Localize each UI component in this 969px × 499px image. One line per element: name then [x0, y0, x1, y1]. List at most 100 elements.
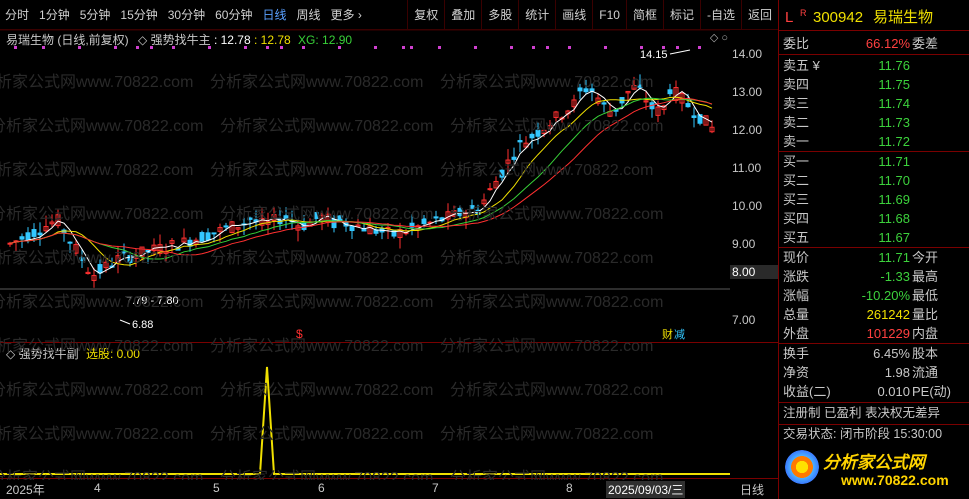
watermark-text: 分析家公式网www.70822.com — [440, 74, 654, 91]
chart-toolbar: 分时 1分钟 5分钟 15分钟 30分钟 60分钟 日线 周线 更多 › 复权 叠加 多股 统计 画线 F… — [0, 0, 778, 30]
stat-row: 换手 6.45% 股本 — [779, 344, 969, 363]
period-tab[interactable]: 30分钟 — [163, 0, 210, 30]
bid-row: 买二 11.70 — [779, 171, 969, 190]
period-tab[interactable]: 5分钟 — [75, 0, 116, 30]
date-axis: 2025年 4 5 6 7 8 2025/09/03/三 日线 — [0, 478, 778, 499]
bid-row-cell: 11.71 — [878, 154, 910, 169]
weibi-row: 委比 66.12% 委差 — [779, 34, 969, 53]
toolbar-button[interactable]: 多股 — [481, 0, 518, 30]
period-tab[interactable]: 更多 › — [326, 0, 367, 30]
watermark-text: 分析家公式网www.70822.com — [0, 250, 194, 267]
watermark-text: 分析家公式网www.70822.com — [210, 162, 424, 179]
ask-row-cell: 卖三 — [783, 96, 810, 111]
period-tab[interactable]: 60分钟 — [210, 0, 257, 30]
site-logo: 分析家公式网 www.70822.com — [781, 446, 967, 496]
quote-row-cell: 最高 — [912, 269, 939, 284]
ask-row-cell: 11.75 — [878, 77, 910, 92]
ask-row-cell: 卖二 — [783, 115, 810, 130]
toolbar-button[interactable]: 叠加 — [444, 0, 481, 30]
date-tick-label: 2025/09/03/三 — [606, 481, 686, 498]
date-tick-label: 5 — [213, 481, 220, 495]
toolbar-button[interactable]: 统计 — [518, 0, 555, 30]
bid-row-cell: 11.69 — [878, 192, 910, 207]
status-row: 交易状态: 闭市阶段 15:30:00 — [779, 425, 969, 444]
toolbar-button[interactable]: -自选 — [699, 0, 741, 30]
watermark-text: 分析家公式网www.70822.com — [220, 118, 434, 135]
watermark-text: 分析家公式网www.70822.com — [210, 426, 424, 443]
quote-row-cell: 今开 — [912, 250, 939, 265]
ask-row: 卖二 11.73 — [779, 113, 969, 132]
watermark-text: 分析家公式网www.70822.com — [0, 162, 194, 179]
quote-row: 现价 11.71 今开 — [779, 248, 969, 267]
quote-row: 涨跌 -1.33 最高 — [779, 267, 969, 286]
date-tick-label: 2025年 — [6, 483, 45, 497]
status-row-cell: 交易状态: 闭市阶段 15:30:00 — [783, 427, 943, 441]
quote-row-cell: 内盘 — [912, 326, 939, 341]
watermark-text: 分析家公式网www.70822.com — [220, 294, 434, 311]
period-tab[interactable]: 1分钟 — [34, 0, 75, 30]
logo-title: 分析家公式网 — [823, 453, 925, 472]
stat-row-cell: 换手 — [783, 346, 810, 361]
quote-row: 总量 261242 量比 — [779, 305, 969, 324]
reg-row: 注册制 已盈利 表决权无差异 — [779, 404, 969, 423]
watermark-text: 分析家公式网www.70822.com — [220, 206, 434, 223]
quote-row-cell: 261242 — [866, 307, 910, 322]
watermark-text: 分析家公式网www.70822.com — [210, 74, 424, 91]
stat-row-cell: 6.45% — [873, 346, 910, 361]
watermark-text: 分析家公式网www.70822.com — [440, 426, 654, 443]
watermark-text: 分析家公式网www.70822.com — [0, 426, 194, 443]
toolbar-button[interactable]: 返回 — [740, 0, 778, 30]
watermark-text: 分析家公式网www.70822.com — [450, 294, 664, 311]
toolbar-button[interactable]: 复权 — [407, 0, 444, 30]
ask-row: 卖一 11.72 — [779, 132, 969, 151]
bid-row: 买五 11.67 — [779, 228, 969, 247]
date-tick-label: 8 — [566, 481, 573, 495]
period-tab[interactable]: 分时 — [0, 0, 34, 30]
toolbar-button[interactable]: 简框 — [625, 0, 663, 30]
quote-row-cell: 量比 — [912, 307, 939, 322]
ask-row-cell: 11.72 — [878, 134, 910, 149]
watermark-text: 分析家公式网www.70822.com — [0, 382, 204, 399]
quote-row: 涨幅 -10.20% 最低 — [779, 286, 969, 305]
stat-row-cell: 股本 — [912, 346, 939, 361]
stat-row-cell: 流通 — [912, 365, 939, 380]
quote-row-cell: 101229 — [866, 326, 910, 341]
stat-row-cell: 0.010 — [877, 384, 910, 399]
toolbar-button[interactable]: F10 — [592, 0, 626, 30]
quote-panel: L R 300942 易瑞生物 委比 66.12% 委差 卖五 ¥ 11.76 卖四 11.75 卖三… — [778, 0, 969, 499]
watermark-text: 分析家公式网www.70822.com — [0, 294, 204, 311]
bid-row-cell: 11.68 — [878, 211, 910, 226]
toolbar-button[interactable]: 标记 — [662, 0, 700, 30]
watermark-text: 分析家公式网www.70822.com — [450, 382, 664, 399]
tool-buttons: 复权 叠加 多股 统计 画线 F10 简框 标记 -自选 返回 — [407, 0, 778, 30]
toolbar-button[interactable]: 画线 — [555, 0, 592, 30]
quote-row-cell: 总量 — [783, 307, 810, 322]
watermark-text: 分析家公式网www.70822.com — [450, 470, 664, 480]
stock-code: 300942 — [813, 9, 864, 26]
quote-row: 外盘 101229 内盘 — [779, 324, 969, 343]
stock-title: L R 300942 易瑞生物 — [779, 8, 969, 27]
logo-flower-icon — [785, 450, 819, 484]
ask-row-cell: 11.76 — [878, 58, 910, 73]
ask-row-cell: 11.73 — [878, 115, 910, 130]
ask-row-cell: 卖四 — [783, 77, 810, 92]
ask-row: 卖三 11.74 — [779, 94, 969, 113]
quote-row-cell: 涨幅 — [783, 288, 810, 303]
watermark-text: 分析家公式网www.70822.com — [440, 338, 654, 355]
date-tick-label: 日线 — [740, 483, 765, 497]
period-tab[interactable]: 日线 — [257, 0, 291, 30]
stat-row-cell: 净资 — [783, 365, 810, 380]
weibi-row-cell: 委比 — [783, 36, 810, 51]
weibi-row-cell: 委差 — [912, 36, 939, 51]
period-tab[interactable]: 周线 — [291, 0, 325, 30]
watermark-text: 分析家公式网www.70822.com — [440, 162, 654, 179]
stock-name: 易瑞生物 — [873, 9, 934, 26]
bid-row-cell: 买三 — [783, 192, 810, 207]
watermark-text: 分析家公式网www.70822.com — [450, 206, 664, 223]
bid-row-cell: 11.70 — [878, 173, 910, 188]
quote-row-cell: -1.33 — [880, 269, 910, 284]
bid-row: 买三 11.69 — [779, 190, 969, 209]
period-tab[interactable]: 15分钟 — [115, 0, 162, 30]
stat-row: 收益(二) 0.010 PE(动) — [779, 382, 969, 401]
r-mark: R — [800, 8, 807, 18]
